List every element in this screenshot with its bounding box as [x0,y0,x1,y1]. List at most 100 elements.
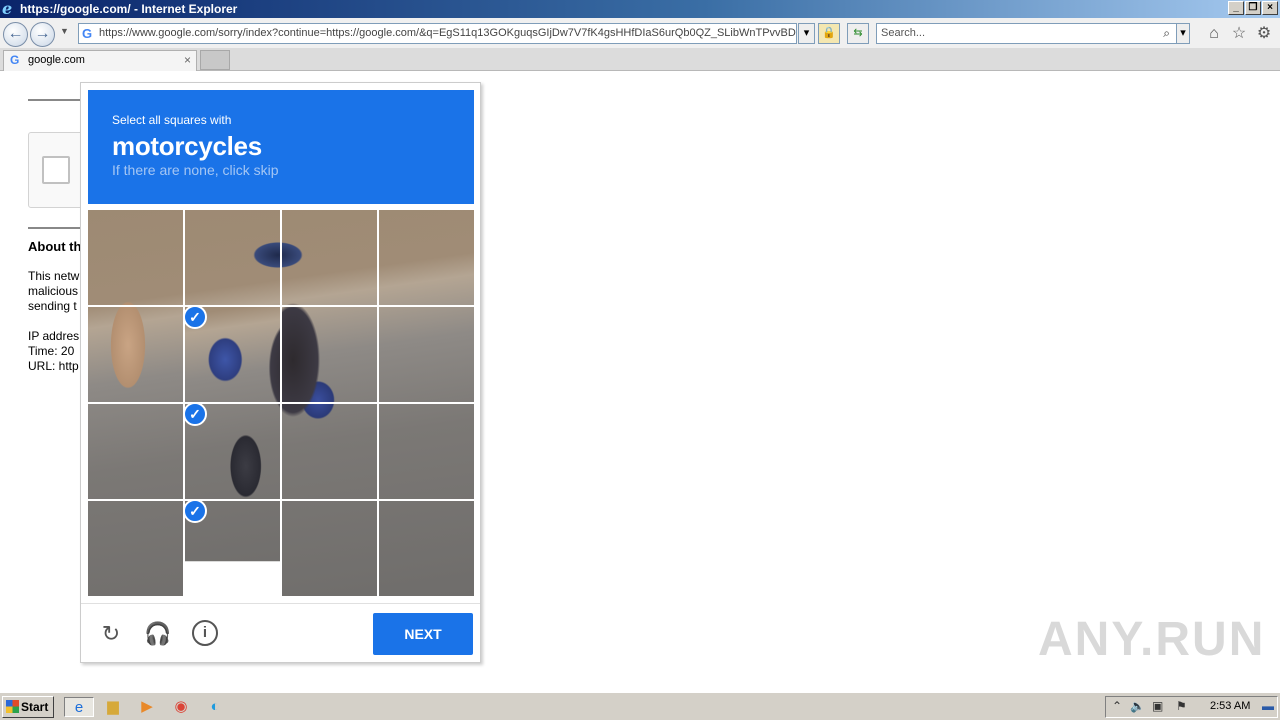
captcha-tile-image [282,404,377,499]
media-player-icon[interactable]: ▶ [136,697,158,717]
windows-logo-icon [6,700,19,713]
captcha-tile[interactable] [185,210,280,305]
captcha-tile[interactable] [88,307,183,402]
start-label: Start [21,700,49,714]
security-lock-button[interactable]: 🔒 [818,23,840,44]
captcha-tile[interactable] [282,210,377,305]
file-explorer-icon[interactable]: ▆ [102,697,124,717]
tab-google[interactable]: G google.com × [3,50,197,71]
captcha-tile-image [379,501,474,596]
network-icon[interactable]: ▣ [1152,699,1163,713]
lock-icon: 🔒 [822,27,836,39]
address-dropdown-button[interactable]: ▾ [798,23,815,44]
captcha-tile-image [88,404,183,499]
about-heading: About th [28,239,82,254]
reload-icon[interactable]: ↻ [97,620,125,648]
forward-arrow-icon: → [34,25,51,42]
search-dropdown-button[interactable]: ▾ [1176,23,1190,44]
captcha-tile[interactable] [88,210,183,305]
selected-checkmark-icon: ✓ [183,499,207,523]
captcha-tile[interactable] [282,501,377,596]
anyrun-watermark: ANY.RUN [1038,613,1266,666]
action-center-flag-icon[interactable]: ⚑ [1176,699,1187,713]
challenge-header: Select all squares with motorcycles If t… [88,90,474,204]
challenge-footer: ↻ 🎧 i NEXT [81,603,480,662]
google-favicon-icon: G [10,53,20,67]
forward-button[interactable]: → [30,22,55,47]
search-icon[interactable]: ⌕ [1163,24,1170,43]
history-dropdown-icon[interactable]: ▼ [60,26,69,36]
address-bar[interactable]: G https://www.google.com/sorry/index?con… [78,23,797,44]
back-button[interactable]: ← [3,22,28,47]
captcha-tile-image [185,210,280,305]
captcha-tile-image [88,307,183,402]
internet-explorer-icon: e [2,0,13,18]
window-title: https://google.com/ - Internet Explorer [20,2,238,16]
image-grid: ✓ ✓ ✓ [88,210,474,596]
captcha-tile[interactable] [282,307,377,402]
next-button[interactable]: NEXT [373,613,473,655]
body-line: malicious [28,284,79,298]
selected-checkmark-icon: ✓ [183,305,207,329]
info-line: IP addres [28,329,80,343]
captcha-tile-image [379,210,474,305]
chrome-icon[interactable]: ◉ [170,697,192,717]
captcha-tile[interactable] [379,307,474,402]
maximize-button[interactable]: ❐ [1245,1,1261,15]
search-placeholder: Search... [881,27,926,39]
captcha-tile-image [379,404,474,499]
taskbar: Start e ▆ ▶ ◉ ◐ ⌃ 🔈 ▣ ⚑ 2:53 AM ▬ [0,692,1280,720]
captcha-tile[interactable] [379,210,474,305]
captcha-tile-image [88,501,183,596]
captcha-tile-image [282,501,377,596]
search-input[interactable]: Search... ⌕ [876,23,1177,44]
captcha-tile[interactable] [88,404,183,499]
info-icon[interactable]: i [192,620,218,646]
captcha-tile[interactable] [379,404,474,499]
window-title-bar: e https://google.com/ - Internet Explore… [0,0,1280,18]
skip-hint: If there are none, click skip [112,162,279,178]
recaptcha-checkbox-card [28,132,88,208]
captcha-tile-image [379,307,474,402]
address-url: https://www.google.com/sorry/index?conti… [99,27,797,39]
edge-icon[interactable]: ◐ [204,697,226,717]
show-desktop-icon[interactable]: ▬ [1262,699,1274,713]
selected-checkmark-icon: ✓ [183,402,207,426]
body-line: This netw [28,269,80,283]
refresh-compat-button[interactable]: ⇆ [847,23,869,44]
captcha-tile-image [282,307,377,402]
recaptcha-challenge: Select all squares with motorcycles If t… [80,82,481,663]
close-tab-icon[interactable]: × [184,51,191,70]
recaptcha-checkbox[interactable] [42,156,70,184]
start-button[interactable]: Start [2,696,54,718]
instruction-text: Select all squares with [112,113,232,127]
home-icon[interactable]: ⌂ [1205,25,1223,43]
new-tab-button[interactable] [200,50,230,70]
info-line: Time: 20 [28,344,75,358]
captcha-tile[interactable] [282,404,377,499]
system-tray: ⌃ 🔈 ▣ ⚑ 2:53 AM ▬ [1105,696,1278,718]
clock: 2:53 AM [1210,700,1251,712]
captcha-tile-image [88,210,183,305]
back-arrow-icon: ← [7,25,24,42]
info-line: URL: http [28,359,79,373]
divider [28,227,80,229]
close-button[interactable]: × [1262,1,1278,15]
divider [28,99,80,101]
target-object: motorcycles [112,131,262,161]
captcha-tile[interactable] [88,501,183,596]
captcha-tile[interactable] [379,501,474,596]
show-hidden-icons-icon[interactable]: ⌃ [1112,699,1122,713]
navigation-bar: ← → ▼ G https://www.google.com/sorry/ind… [0,18,1280,48]
captcha-tile-image [282,210,377,305]
tab-bar: G google.com × [0,48,1280,71]
audio-icon[interactable]: 🎧 [144,620,172,648]
google-favicon-icon: G [82,26,93,41]
tab-label: google.com [28,54,85,66]
gear-icon[interactable]: ⚙ [1255,25,1273,43]
volume-icon[interactable]: 🔈 [1130,699,1145,713]
favorites-star-icon[interactable]: ☆ [1230,25,1248,43]
refresh-icon: ⇆ [853,27,863,39]
minimize-button[interactable]: _ [1228,1,1244,15]
internet-explorer-taskbar-icon[interactable]: e [64,697,94,717]
